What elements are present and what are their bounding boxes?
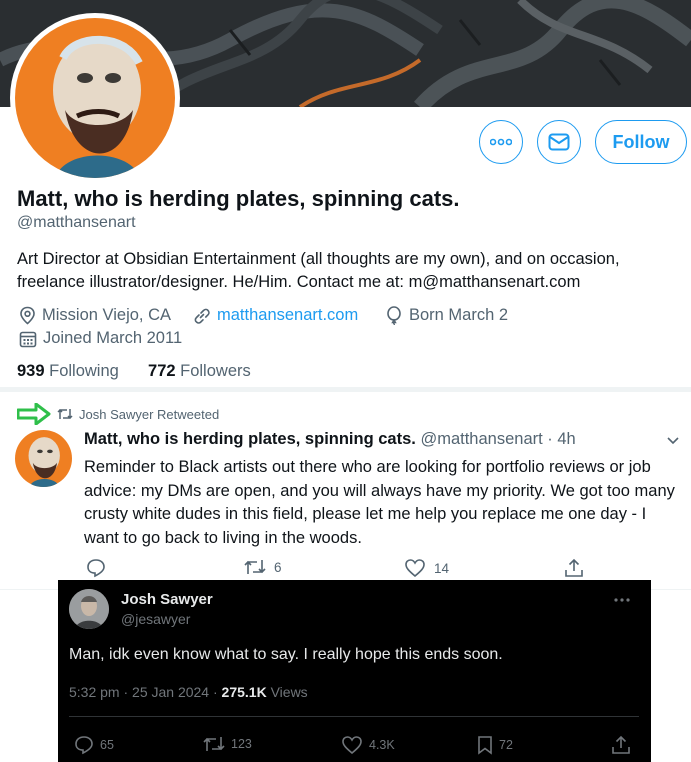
quoted-timestamp[interactable]: 5:32 pm · 25 Jan 2024 · — [69, 684, 222, 700]
reply-icon — [87, 559, 105, 578]
quoted-tweet-meta: 5:32 pm · 25 Jan 2024 · 275.1K Views — [69, 684, 308, 700]
quoted-views-label: Views — [266, 684, 308, 700]
quoted-share-button[interactable] — [611, 735, 631, 755]
followers-label: Followers — [180, 362, 251, 380]
following-link[interactable]: 939 Following — [17, 362, 119, 380]
quoted-retweet-count: 123 — [231, 737, 252, 751]
following-label: Following — [49, 362, 119, 380]
birthday-text: Born March 2 — [409, 306, 509, 324]
retweet-context: Josh Sawyer Retweeted — [17, 403, 219, 425]
tweet-author-avatar[interactable] — [15, 430, 72, 487]
quoted-reply-button[interactable]: 65 — [74, 735, 114, 755]
retweet-icon — [57, 408, 73, 420]
quoted-views-count: 275.1K — [221, 684, 267, 700]
location-text: Mission Viejo, CA — [42, 306, 171, 324]
following-count: 939 — [17, 362, 45, 380]
followers-link[interactable]: 772 Followers — [148, 362, 251, 380]
profile-avatar[interactable] — [10, 13, 180, 183]
quoted-author-handle[interactable]: @jesawyer — [121, 611, 190, 627]
profile-display-name: Matt, who is herding plates, spinning ca… — [17, 186, 460, 211]
location-pin-icon — [20, 306, 35, 325]
section-divider — [0, 387, 691, 392]
calendar-icon — [19, 331, 37, 347]
tweet-menu-button[interactable] — [666, 433, 680, 451]
profile-handle: @matthansenart — [17, 214, 136, 231]
quoted-author-avatar[interactable] — [69, 589, 109, 629]
quoted-like-count: 4.3K — [369, 738, 395, 752]
mail-icon — [548, 133, 570, 151]
more-icon — [614, 598, 630, 602]
quoted-more-button[interactable] — [614, 590, 630, 608]
reply-icon — [75, 736, 93, 755]
like-count: 14 — [434, 560, 450, 576]
quoted-retweet-button[interactable]: 123 — [203, 735, 252, 753]
tweet-author-handle[interactable]: @matthansenart — [420, 430, 542, 448]
link-icon — [194, 308, 210, 324]
quoted-like-button[interactable]: 4.3K — [341, 735, 395, 755]
heart-icon — [405, 559, 425, 578]
profile-bio: Art Director at Obsidian Entertainment (… — [17, 250, 620, 291]
heart-icon — [342, 736, 362, 755]
joined-text: Joined March 2011 — [43, 329, 183, 347]
website-link[interactable]: matthansenart.com — [217, 306, 358, 325]
chevron-down-icon — [667, 437, 679, 445]
quoted-reply-count: 65 — [100, 738, 114, 752]
green-arrow-icon — [17, 403, 51, 425]
tweet-author-name[interactable]: Matt, who is herding plates, spinning ca… — [84, 430, 416, 448]
tweet-text: Reminder to Black artists out there who … — [84, 458, 675, 547]
share-icon — [565, 558, 583, 577]
profile-joined: Joined March 2011 — [19, 329, 182, 348]
quoted-bookmark-button[interactable]: 72 — [477, 735, 513, 755]
share-icon — [612, 735, 630, 754]
quoted-divider — [69, 716, 639, 717]
follow-button[interactable]: Follow — [595, 120, 687, 164]
quoted-tweet-card: Josh Sawyer @jesawyer Man, idk even know… — [58, 580, 651, 762]
share-button[interactable] — [564, 558, 584, 578]
quoted-tweet-text: Man, idk even know what to say. I really… — [69, 646, 503, 663]
like-button[interactable]: 14 — [404, 558, 449, 578]
tweet-time[interactable]: · 4h — [547, 430, 575, 448]
balloon-icon — [387, 306, 401, 325]
retweet-count: 6 — [274, 559, 282, 575]
quoted-author-name[interactable]: Josh Sawyer — [121, 591, 213, 608]
more-options-button[interactable] — [479, 120, 523, 164]
more-icon — [490, 138, 512, 146]
profile-website[interactable]: matthansenart.com — [193, 306, 358, 325]
retweet-button[interactable]: 6 — [244, 558, 282, 576]
reply-button[interactable] — [86, 558, 106, 578]
profile-location: Mission Viejo, CA — [19, 306, 171, 325]
profile-birthday: Born March 2 — [385, 306, 508, 325]
message-button[interactable] — [537, 120, 581, 164]
bookmark-icon — [478, 736, 492, 755]
retweet-icon — [244, 560, 266, 574]
retweeted-by-text: Josh Sawyer Retweeted — [79, 406, 220, 422]
quoted-bookmark-count: 72 — [499, 738, 513, 752]
retweet-icon — [203, 737, 225, 751]
tweet-header: Matt, who is herding plates, spinning ca… — [84, 430, 576, 449]
profile-stats: 939 Following 772 Followers — [17, 362, 251, 381]
followers-count: 772 — [148, 362, 176, 380]
